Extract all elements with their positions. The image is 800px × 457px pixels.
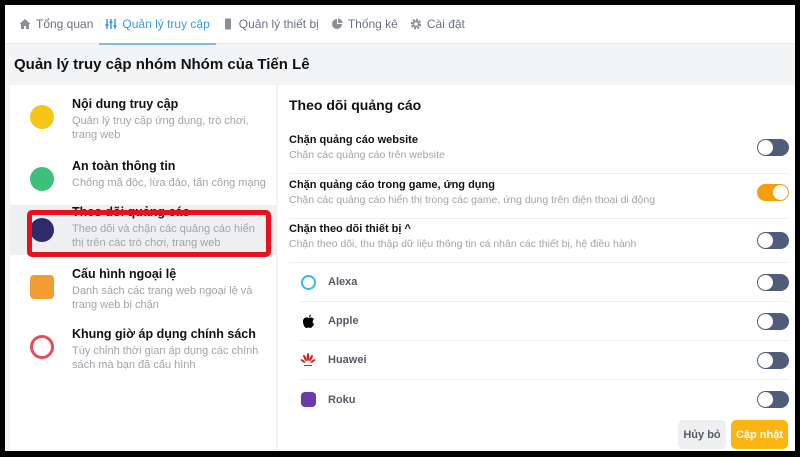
pie-chart-icon	[331, 18, 343, 29]
tab-statistics[interactable]: Thống kê	[325, 5, 404, 44]
menu-item-title: Nội dung truy cập	[72, 97, 179, 111]
toggle-alexa[interactable]	[757, 274, 789, 291]
tab-overview[interactable]: Tổng quan	[13, 5, 99, 44]
toggle-app-ads[interactable]	[757, 184, 789, 201]
document-list-icon	[30, 275, 54, 299]
top-nav: Tổng quan Quản lý truy cập Quản lý thiết…	[5, 5, 795, 45]
menu-item-desc: Quản lý truy cập ứng dụng, trò chơi, tra…	[72, 115, 249, 141]
setting-title: Chặn quảng cáo website	[289, 134, 418, 146]
tab-settings[interactable]: Cài đặt	[404, 5, 471, 44]
page-title: Quản lý truy cập nhóm Nhóm của Tiến Lê	[14, 56, 310, 73]
toggle-apple[interactable]	[757, 313, 789, 330]
setting-desc: Chặn theo dõi, thu thập dữ liệu thông ti…	[289, 238, 637, 250]
phone-icon	[224, 18, 231, 30]
home-icon	[19, 19, 31, 29]
menu-item-exceptions[interactable]: Cấu hình ngoại lệ Danh sách các trang we…	[10, 267, 276, 323]
tab-label: Quản lý thiết bị	[238, 17, 319, 31]
cancel-button[interactable]: Hủy bỏ	[678, 420, 726, 449]
toggle-website-ads[interactable]	[757, 139, 789, 156]
huawei-icon	[300, 352, 316, 368]
setting-title: Chặn quảng cáo trong game, ứng dụng	[289, 179, 495, 191]
app-window: Tổng quan Quản lý truy cập Quản lý thiết…	[5, 5, 795, 451]
toggle-device-tracking[interactable]	[757, 232, 789, 249]
setting-desc: Chặn các quảng cáo hiển thị trong các ga…	[289, 194, 656, 206]
device-row-huawei: Huawei	[300, 341, 789, 380]
tab-device-management[interactable]: Quản lý thiết bị	[216, 5, 325, 44]
tab-label: Thống kê	[347, 17, 398, 31]
clock-icon	[30, 335, 54, 359]
device-name: Roku	[328, 393, 356, 406]
device-name: Huawei	[328, 354, 367, 366]
settings-menu: Nội dung truy cập Quản lý truy cập ứng d…	[10, 85, 276, 451]
device-row-apple: Apple	[300, 302, 789, 341]
setting-block-app-ads: Chặn quảng cáo trong game, ứng dụng Chặn…	[289, 179, 789, 219]
device-row-roku: Roku	[300, 380, 789, 419]
section-title: Theo dõi quảng cáo	[289, 97, 422, 113]
tab-label: Tổng quan	[36, 17, 94, 31]
device-name: Apple	[328, 315, 359, 327]
setting-block-device-tracking[interactable]: Chặn theo dõi thiết bị ^ Chặn theo dõi, …	[289, 223, 789, 263]
menu-item-title: Cấu hình ngoại lệ	[72, 267, 177, 281]
menu-item-access-content[interactable]: Nội dung truy cập Quản lý truy cập ứng d…	[10, 97, 276, 153]
sliders-icon	[105, 19, 117, 29]
menu-item-desc: Chống mã độc, lừa đảo, tấn công mạng	[72, 177, 266, 189]
monitor-icon	[30, 105, 54, 129]
device-row-alexa: Alexa	[300, 263, 789, 302]
menu-item-schedule[interactable]: Khung giờ áp dụng chính sách Tùy chỉnh t…	[10, 327, 276, 383]
tab-label: Cài đặt	[426, 17, 465, 31]
tab-label: Quản lý truy cập	[122, 17, 210, 31]
ad-tracking-panel: Theo dõi quảng cáo Chặn quảng cáo websit…	[278, 85, 795, 451]
toggle-huawei[interactable]	[757, 352, 789, 369]
tab-access-management[interactable]: Quản lý truy cập	[99, 5, 217, 45]
menu-item-title: Khung giờ áp dụng chính sách	[72, 327, 256, 341]
roku-icon	[300, 392, 316, 408]
gear-icon	[410, 18, 422, 30]
alexa-icon	[300, 274, 316, 290]
update-button[interactable]: Cập nhật	[731, 420, 788, 449]
setting-block-website-ads: Chặn quảng cáo website Chặn các quảng cá…	[289, 134, 789, 174]
device-name: Alexa	[328, 276, 358, 288]
setting-title: Chặn theo dõi thiết bị ^	[289, 223, 411, 235]
menu-item-desc: Tùy chỉnh thời gian áp dụng các chính sá…	[72, 345, 259, 371]
shield-icon	[30, 167, 54, 191]
toggle-roku[interactable]	[757, 391, 789, 408]
menu-item-title: An toàn thông tin	[72, 159, 176, 173]
highlight-annotation	[27, 210, 271, 257]
setting-desc: Chặn các quảng cáo trên website	[289, 149, 445, 161]
apple-icon	[300, 313, 316, 329]
menu-item-desc: Danh sách các trang web ngoại lệ và tran…	[72, 285, 253, 311]
